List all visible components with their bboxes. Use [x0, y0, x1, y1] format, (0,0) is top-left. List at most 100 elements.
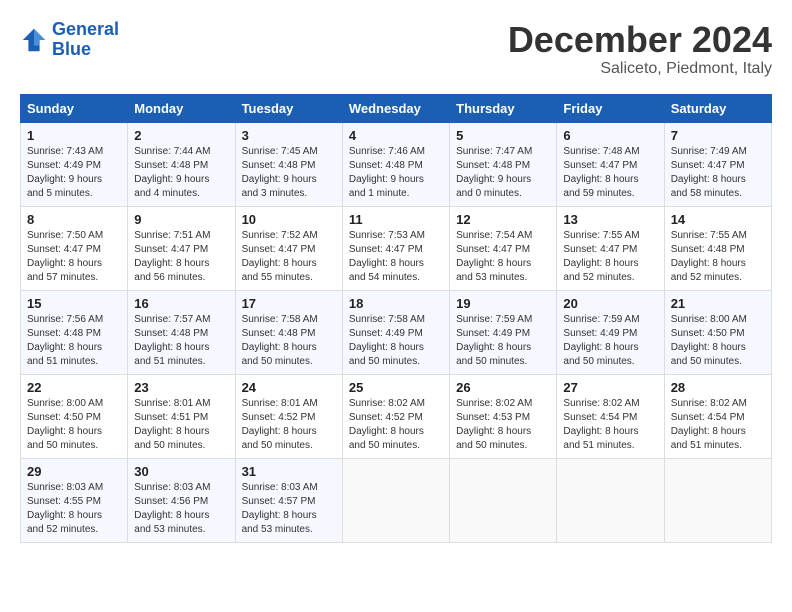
calendar-cell: 25 Sunrise: 8:02 AM Sunset: 4:52 PM Dayli…	[342, 374, 449, 458]
calendar-week-row: 15 Sunrise: 7:56 AM Sunset: 4:48 PM Dayli…	[21, 290, 772, 374]
calendar-cell: 30Sunrise: 8:03 AM Sunset: 4:56 PM Dayli…	[128, 458, 235, 542]
calendar-cell: 26 Sunrise: 8:02 AM Sunset: 4:53 PM Dayli…	[450, 374, 557, 458]
day-number: 15	[27, 296, 121, 311]
calendar-cell: 18Sunrise: 7:58 AM Sunset: 4:49 PM Dayli…	[342, 290, 449, 374]
calendar-cell	[450, 458, 557, 542]
calendar-cell: 1 Sunrise: 7:43 AM Sunset: 4:49 PM Daylig…	[21, 122, 128, 206]
calendar-cell: 31 Sunrise: 8:03 AM Sunset: 4:57 PM Dayli…	[235, 458, 342, 542]
weekday-header-wednesday: Wednesday	[342, 94, 449, 122]
day-info: Sunrise: 7:44 AM Sunset: 4:48 PM Dayligh…	[134, 145, 228, 201]
logo-line2: Blue	[52, 39, 91, 59]
day-info: Sunrise: 8:01 AM Sunset: 4:51 PM Dayligh…	[134, 397, 228, 453]
title-block: December 2024 Saliceto, Piedmont, Italy	[508, 20, 772, 78]
calendar-cell: 12Sunrise: 7:54 AM Sunset: 4:47 PM Dayli…	[450, 206, 557, 290]
calendar-cell: 5 Sunrise: 7:47 AM Sunset: 4:48 PM Daylig…	[450, 122, 557, 206]
day-number: 26	[456, 380, 550, 395]
day-number: 3	[242, 128, 336, 143]
calendar-cell: 8Sunrise: 7:50 AM Sunset: 4:47 PM Daylig…	[21, 206, 128, 290]
day-info: Sunrise: 8:00 AM Sunset: 4:50 PM Dayligh…	[27, 397, 121, 453]
day-info: Sunrise: 8:02 AM Sunset: 4:54 PM Dayligh…	[563, 397, 657, 453]
day-number: 7	[671, 128, 765, 143]
calendar-subtitle: Saliceto, Piedmont, Italy	[508, 60, 772, 78]
calendar-cell: 17 Sunrise: 7:58 AM Sunset: 4:48 PM Dayli…	[235, 290, 342, 374]
day-number: 9	[134, 212, 228, 227]
weekday-header-monday: Monday	[128, 94, 235, 122]
calendar-cell: 14Sunrise: 7:55 AM Sunset: 4:48 PM Dayli…	[664, 206, 771, 290]
day-number: 4	[349, 128, 443, 143]
day-number: 21	[671, 296, 765, 311]
day-info: Sunrise: 8:03 AM Sunset: 4:57 PM Dayligh…	[242, 481, 336, 537]
day-info: Sunrise: 8:02 AM Sunset: 4:53 PM Dayligh…	[456, 397, 550, 453]
day-info: Sunrise: 7:46 AM Sunset: 4:48 PM Dayligh…	[349, 145, 443, 201]
calendar-cell: 22 Sunrise: 8:00 AM Sunset: 4:50 PM Dayli…	[21, 374, 128, 458]
day-info: Sunrise: 7:59 AM Sunset: 4:49 PM Dayligh…	[563, 313, 657, 369]
day-info: Sunrise: 7:57 AM Sunset: 4:48 PM Dayligh…	[134, 313, 228, 369]
calendar-cell: 19 Sunrise: 7:59 AM Sunset: 4:49 PM Dayli…	[450, 290, 557, 374]
calendar-cell	[342, 458, 449, 542]
calendar-cell: 11 Sunrise: 7:53 AM Sunset: 4:47 PM Dayli…	[342, 206, 449, 290]
day-info: Sunrise: 8:02 AM Sunset: 4:54 PM Dayligh…	[671, 397, 765, 453]
day-number: 23	[134, 380, 228, 395]
calendar-week-row: 8Sunrise: 7:50 AM Sunset: 4:47 PM Daylig…	[21, 206, 772, 290]
calendar-cell: 29 Sunrise: 8:03 AM Sunset: 4:55 PM Dayli…	[21, 458, 128, 542]
logo-icon	[20, 26, 48, 54]
day-number: 17	[242, 296, 336, 311]
day-info: Sunrise: 7:59 AM Sunset: 4:49 PM Dayligh…	[456, 313, 550, 369]
day-info: Sunrise: 7:47 AM Sunset: 4:48 PM Dayligh…	[456, 145, 550, 201]
day-info: Sunrise: 7:56 AM Sunset: 4:48 PM Dayligh…	[27, 313, 121, 369]
calendar-table: SundayMondayTuesdayWednesdayThursdayFrid…	[20, 94, 772, 543]
day-info: Sunrise: 7:53 AM Sunset: 4:47 PM Dayligh…	[349, 229, 443, 285]
day-info: Sunrise: 7:58 AM Sunset: 4:48 PM Dayligh…	[242, 313, 336, 369]
calendar-cell: 4 Sunrise: 7:46 AM Sunset: 4:48 PM Daylig…	[342, 122, 449, 206]
day-number: 13	[563, 212, 657, 227]
page-header: General Blue December 2024 Saliceto, Pie…	[20, 20, 772, 78]
calendar-cell: 27 Sunrise: 8:02 AM Sunset: 4:54 PM Dayli…	[557, 374, 664, 458]
logo-line1: General	[52, 19, 119, 39]
day-number: 5	[456, 128, 550, 143]
day-number: 27	[563, 380, 657, 395]
day-number: 2	[134, 128, 228, 143]
day-number: 22	[27, 380, 121, 395]
day-info: Sunrise: 8:01 AM Sunset: 4:52 PM Dayligh…	[242, 397, 336, 453]
weekday-header-friday: Friday	[557, 94, 664, 122]
calendar-cell: 2 Sunrise: 7:44 AM Sunset: 4:48 PM Daylig…	[128, 122, 235, 206]
calendar-cell: 23 Sunrise: 8:01 AM Sunset: 4:51 PM Dayli…	[128, 374, 235, 458]
day-info: Sunrise: 7:49 AM Sunset: 4:47 PM Dayligh…	[671, 145, 765, 201]
day-info: Sunrise: 7:55 AM Sunset: 4:47 PM Dayligh…	[563, 229, 657, 285]
day-number: 16	[134, 296, 228, 311]
day-number: 11	[349, 212, 443, 227]
day-number: 24	[242, 380, 336, 395]
day-number: 19	[456, 296, 550, 311]
logo-text: General Blue	[52, 20, 119, 60]
calendar-cell: 24 Sunrise: 8:01 AM Sunset: 4:52 PM Dayli…	[235, 374, 342, 458]
day-number: 6	[563, 128, 657, 143]
weekday-header-thursday: Thursday	[450, 94, 557, 122]
day-number: 20	[563, 296, 657, 311]
day-info: Sunrise: 8:00 AM Sunset: 4:50 PM Dayligh…	[671, 313, 765, 369]
calendar-title: December 2024	[508, 20, 772, 60]
day-number: 10	[242, 212, 336, 227]
calendar-cell	[664, 458, 771, 542]
day-number: 31	[242, 464, 336, 479]
day-number: 29	[27, 464, 121, 479]
day-info: Sunrise: 7:52 AM Sunset: 4:47 PM Dayligh…	[242, 229, 336, 285]
day-info: Sunrise: 8:02 AM Sunset: 4:52 PM Dayligh…	[349, 397, 443, 453]
day-info: Sunrise: 8:03 AM Sunset: 4:55 PM Dayligh…	[27, 481, 121, 537]
day-number: 1	[27, 128, 121, 143]
calendar-cell: 7 Sunrise: 7:49 AM Sunset: 4:47 PM Daylig…	[664, 122, 771, 206]
calendar-cell: 15 Sunrise: 7:56 AM Sunset: 4:48 PM Dayli…	[21, 290, 128, 374]
calendar-cell: 10 Sunrise: 7:52 AM Sunset: 4:47 PM Dayli…	[235, 206, 342, 290]
calendar-cell: 21 Sunrise: 8:00 AM Sunset: 4:50 PM Dayli…	[664, 290, 771, 374]
weekday-header-row: SundayMondayTuesdayWednesdayThursdayFrid…	[21, 94, 772, 122]
calendar-cell: 3Sunrise: 7:45 AM Sunset: 4:48 PM Daylig…	[235, 122, 342, 206]
weekday-header-saturday: Saturday	[664, 94, 771, 122]
calendar-cell: 20 Sunrise: 7:59 AM Sunset: 4:49 PM Dayli…	[557, 290, 664, 374]
day-info: Sunrise: 7:43 AM Sunset: 4:49 PM Dayligh…	[27, 145, 121, 201]
day-info: Sunrise: 7:58 AM Sunset: 4:49 PM Dayligh…	[349, 313, 443, 369]
day-number: 30	[134, 464, 228, 479]
day-number: 14	[671, 212, 765, 227]
day-number: 25	[349, 380, 443, 395]
calendar-cell: 6Sunrise: 7:48 AM Sunset: 4:47 PM Daylig…	[557, 122, 664, 206]
logo: General Blue	[20, 20, 119, 60]
day-number: 8	[27, 212, 121, 227]
